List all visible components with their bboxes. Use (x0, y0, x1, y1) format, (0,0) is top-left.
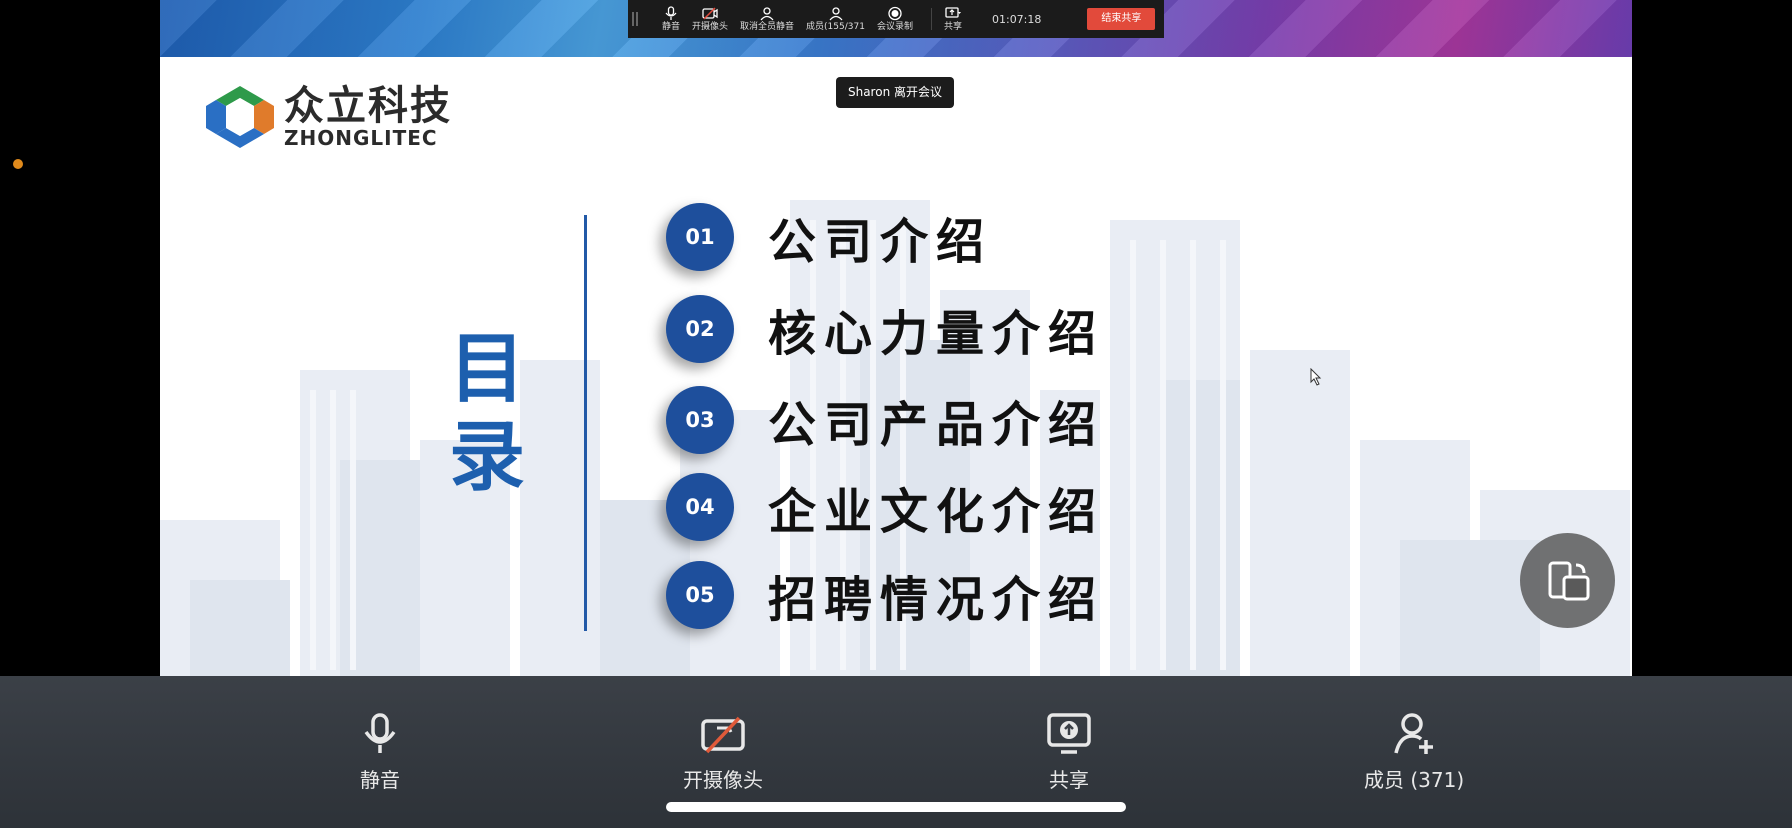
camera-button[interactable]: 开摄像头 (683, 712, 763, 793)
toolbar-mute-label: 静音 (662, 21, 681, 32)
share-button[interactable]: 共享 (1047, 712, 1091, 793)
toolbar-record-button[interactable]: 会议录制 (877, 0, 913, 38)
unmute-all-icon (760, 6, 774, 20)
toc-item-label: 公司产品介绍 (768, 397, 1105, 453)
toc-title-line1: 目 (449, 324, 525, 413)
share-label: 共享 (1049, 768, 1089, 792)
logo-text: 众立科技 ZHONGLITEC (284, 85, 452, 149)
mute-button[interactable]: 静音 (358, 712, 402, 793)
logo-mark-icon (206, 86, 274, 148)
rotate-screen-icon (1548, 561, 1589, 600)
toc-item-number: 04 (666, 473, 734, 541)
toolbar-members-label: 成员(155/371 (806, 21, 865, 32)
toc-item-number: 02 (666, 295, 734, 363)
toc-item: 04 企业文化介绍 (666, 472, 1104, 542)
toc-item-number: 01 (666, 203, 734, 271)
switch-view-button[interactable] (1520, 533, 1615, 628)
toolbar-mute-button[interactable]: 静音 (662, 0, 680, 38)
participant-left-toast: Sharon 离开会议 (836, 77, 954, 108)
toc-item: 01 公司介绍 (666, 202, 992, 272)
mic-icon (364, 713, 396, 753)
toc-item: 05 招聘情况介绍 (666, 560, 1104, 630)
camera-label: 开摄像头 (683, 768, 763, 792)
company-logo: 众立科技 ZHONGLITEC (204, 84, 452, 150)
logo-chinese-name: 众立科技 (284, 83, 452, 129)
toolbar-separator (930, 8, 932, 30)
home-indicator[interactable] (666, 802, 1126, 812)
members-button[interactable]: 成员 (371) (1364, 712, 1464, 793)
toolbar-share-label: 共享 (943, 21, 962, 32)
toc-item-number: 05 (666, 561, 734, 629)
toc-item-label: 核心力量介绍 (768, 306, 1105, 362)
add-member-icon (1394, 713, 1434, 754)
mute-label: 静音 (360, 768, 400, 792)
toc-title: 目 录 (442, 325, 532, 501)
recording-indicator-dot (13, 159, 23, 169)
meeting-timer: 01:07:18 (991, 12, 1042, 26)
share-screen-icon (945, 6, 961, 18)
toc-item-label: 招聘情况介绍 (768, 572, 1105, 628)
toolbar-camera-button[interactable]: 开摄像头 (692, 0, 728, 38)
camera-off-icon (702, 6, 718, 20)
camera-off-icon (701, 716, 745, 754)
members-icon (829, 6, 842, 20)
toc-item-number: 03 (666, 386, 734, 454)
mic-icon (665, 5, 677, 20)
toc-item: 03 公司产品介绍 (666, 385, 1104, 455)
toc-item-label: 企业文化介绍 (768, 484, 1105, 540)
record-icon (888, 6, 902, 20)
toc-title-line2: 录 (449, 412, 525, 501)
toc-item: 02 核心力量介绍 (666, 294, 1104, 364)
screen: 众立科技 ZHONGLITEC Sharon 离开会议 目 录 01 公司介绍 … (0, 0, 1792, 828)
toc-item-label: 公司介绍 (768, 214, 993, 270)
toolbar-share-button[interactable]: 共享 (944, 0, 962, 38)
end-share-button[interactable]: 结束共享 (1087, 8, 1156, 30)
toolbar-unmute-all-label: 取消全员静音 (740, 21, 795, 32)
toc-divider (584, 215, 587, 631)
shared-slide: 众立科技 ZHONGLITEC Sharon 离开会议 目 录 01 公司介绍 … (160, 0, 1632, 676)
mouse-cursor-icon (1310, 368, 1322, 386)
logo-english-name: ZHONGLITEC (284, 126, 438, 150)
share-screen-icon (1047, 713, 1091, 754)
toolbar-record-label: 会议录制 (876, 21, 913, 32)
meeting-toolbar: 静音 开摄像头 取消全员静音 成员(155/371 会议录制 共享 01:07:… (628, 0, 1164, 38)
toolbar-camera-label: 开摄像头 (692, 21, 729, 32)
toolbar-members-button[interactable]: 成员(155/371 (806, 0, 865, 38)
toolbar-unmute-all-button[interactable]: 取消全员静音 (740, 0, 794, 38)
drag-handle[interactable] (632, 12, 638, 26)
members-label: 成员 (371) (1364, 768, 1465, 792)
